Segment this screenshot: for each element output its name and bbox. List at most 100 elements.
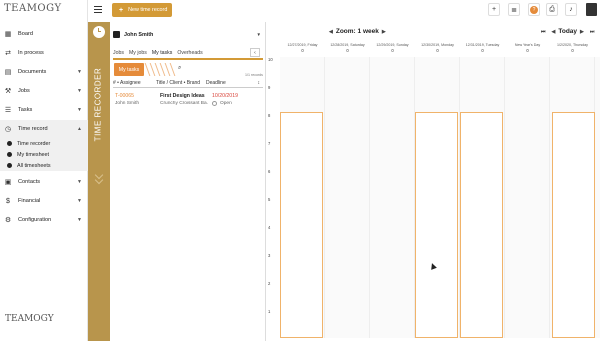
today-button[interactable]: Today	[558, 28, 577, 35]
gear-icon: ⚙	[4, 217, 12, 224]
day-column[interactable]	[370, 57, 415, 338]
day-column[interactable]	[505, 57, 550, 338]
sort-icon[interactable]: ↕	[250, 80, 261, 86]
sidebar-item-label: Documents	[18, 69, 47, 75]
sidebar-subitem-my-timesheet[interactable]: My timesheet	[0, 149, 88, 160]
hour-label: 9	[268, 85, 271, 90]
zoom-label: Zoom: 1 week	[335, 28, 379, 35]
day-count: 0	[571, 48, 574, 53]
chevron-down-icon: ▼	[256, 32, 261, 37]
day-date: New Year's Day	[514, 43, 541, 47]
hour-label: 4	[268, 225, 271, 230]
jobs-icon: ⚒	[4, 88, 12, 95]
day-header[interactable]: 12/29/2019, Sunday 0	[370, 43, 415, 53]
note-icon: ≣	[511, 6, 517, 14]
bullet-icon	[7, 141, 12, 146]
col-deadline[interactable]: Deadline	[206, 80, 250, 86]
logo-text: TEAMOGY	[4, 3, 62, 14]
working-hours-block[interactable]	[460, 112, 503, 338]
hour-label: 8	[268, 113, 271, 118]
task-status: Open	[212, 101, 232, 106]
calendar-grid[interactable]	[280, 57, 600, 338]
chevron-down-icon: ▼	[77, 107, 82, 113]
chevron-left-icon: ‹	[254, 49, 256, 56]
day-header[interactable]: 12/27/2019, Friday 0	[280, 43, 325, 53]
sidebar-item-time-record[interactable]: ◷ Time record ▲	[0, 120, 88, 138]
hour-label: 5	[268, 197, 271, 202]
search-icon[interactable]: ⌕	[178, 65, 185, 72]
working-hours-block[interactable]	[552, 112, 595, 338]
tab-my-jobs[interactable]: My jobs	[129, 50, 147, 56]
day-header[interactable]: 12/31/2019, Tuesday 0	[460, 43, 505, 53]
zoom-in-arrow-icon[interactable]: ▶	[382, 29, 386, 35]
day-date: 12/29/2019, Sunday	[376, 43, 409, 47]
next-arrow-icon[interactable]: ▶	[580, 29, 584, 35]
filter-arrows	[141, 63, 176, 76]
task-deadline: 10/20/2019	[212, 93, 238, 99]
notifications-button[interactable]: ♪	[565, 3, 577, 16]
prev-arrow-icon[interactable]: ◀	[552, 29, 556, 35]
chevron-down-icon: ▼	[77, 69, 82, 75]
col-assignee[interactable]: # • Assignee	[113, 80, 156, 86]
day-count: 0	[526, 48, 529, 53]
user-avatar[interactable]	[586, 3, 597, 16]
collapse-button[interactable]: ‹	[250, 48, 260, 57]
sidebar-item-configuration[interactable]: ⚙ Configuration ▼	[0, 211, 88, 229]
sidebar-subitem-time-recorder[interactable]: Time recorder	[0, 138, 88, 149]
sidebar-subitem-label: My timesheet	[17, 151, 50, 158]
chevron-down-icon: ▼	[77, 217, 82, 223]
tab-my-tasks[interactable]: My tasks	[152, 50, 172, 56]
day-count: 0	[436, 48, 439, 53]
filter-pill[interactable]: My tasks	[114, 63, 144, 76]
table-row[interactable]: T-00065 John Smith First Design Ideas Cr…	[113, 92, 263, 108]
task-id[interactable]: T-00065	[115, 93, 134, 99]
menu-icon[interactable]	[94, 6, 102, 13]
hour-label: 2	[268, 281, 271, 286]
working-hours-block[interactable]	[415, 112, 458, 338]
sidebar-item-label: In process	[18, 50, 44, 56]
hour-axis: 10 9 8 7 6 5 4 3 2 1	[266, 57, 280, 341]
app-logo[interactable]: TEAMOGY	[4, 3, 62, 19]
day-header[interactable]: 12/30/2019, Monday 0	[415, 43, 460, 53]
sidebar-item-jobs[interactable]: ⚒ Jobs ▼	[0, 82, 88, 100]
new-time-record-label: New time record	[128, 7, 168, 13]
sidebar-item-financial[interactable]: $ Financial ▼	[0, 192, 88, 210]
col-title[interactable]: Title / Client • Brand	[156, 80, 206, 86]
contacts-icon: ▣	[4, 179, 12, 186]
zoom-out-arrow-icon[interactable]: ◀	[329, 29, 333, 35]
help-button[interactable]: ?	[528, 3, 540, 16]
sidebar-item-documents[interactable]: ▤ Documents ▼	[0, 63, 88, 81]
sidebar-item-in-process[interactable]: ⇄ In process	[0, 44, 88, 62]
working-hours-block[interactable]	[280, 112, 323, 338]
notes-button[interactable]: ≣	[508, 3, 520, 16]
tab-overheads[interactable]: Overheads	[177, 50, 202, 56]
time-recorder-strip[interactable]: TIME RECORDER	[88, 22, 110, 341]
sidebar-item-contacts[interactable]: ▣ Contacts ▼	[0, 173, 88, 191]
sidebar-item-board[interactable]: ▦ Board	[0, 25, 88, 43]
user-selector[interactable]: John Smith ▼	[113, 30, 263, 39]
hour-label: 7	[268, 141, 271, 146]
sidebar-item-tasks[interactable]: ☰ Tasks ▼	[0, 101, 88, 119]
user-name: John Smith	[124, 31, 154, 38]
bullet-icon	[7, 152, 12, 157]
flow-icon: ⇄	[5, 50, 11, 57]
day-column[interactable]	[325, 57, 370, 338]
bullet-icon	[7, 163, 12, 168]
day-header[interactable]: 1/2/2020, Thursday 0	[550, 43, 595, 53]
task-title: First Design Ideas	[160, 93, 205, 99]
first-page-icon[interactable]: ⏮	[541, 29, 546, 35]
new-time-record-button[interactable]: + New time record	[112, 3, 172, 17]
day-header[interactable]: 12/28/2019, Saturday 0	[325, 43, 370, 53]
print-button[interactable]: ⎙	[546, 3, 558, 16]
top-bar: + New time record + ≣ ? ⎙ ♪	[88, 0, 600, 22]
day-header[interactable]: New Year's Day 0	[505, 43, 550, 53]
task-client: Crunchy Croissant Ba...	[160, 101, 208, 106]
day-count: 0	[301, 48, 304, 53]
document-icon: ▤	[4, 69, 12, 76]
tab-jobs[interactable]: Jobs	[113, 50, 124, 56]
day-date: 12/31/2019, Tuesday	[465, 43, 500, 47]
add-button[interactable]: +	[488, 3, 500, 16]
last-page-icon[interactable]: ⏭	[590, 29, 595, 35]
today-navigation: ⏮ ◀ Today ▶ ⏭	[538, 28, 597, 35]
sidebar-subitem-all-timesheets[interactable]: All timesheets	[0, 160, 88, 171]
